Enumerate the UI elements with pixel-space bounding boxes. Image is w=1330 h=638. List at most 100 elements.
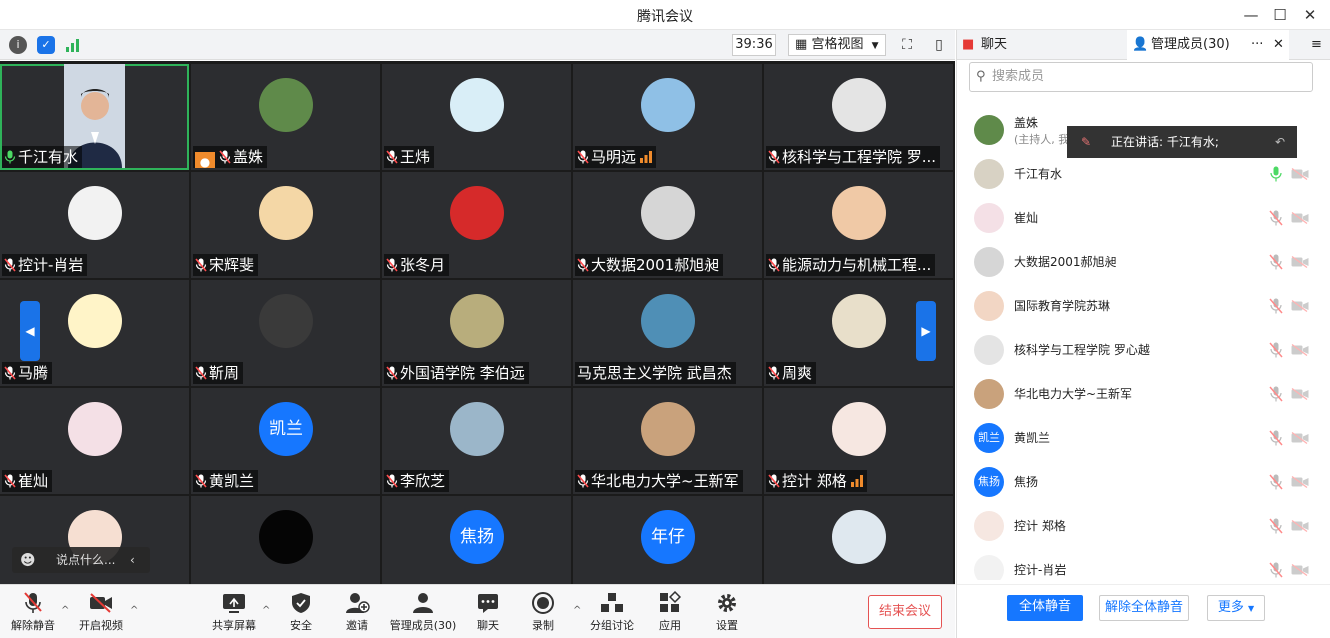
member-mic-muted-icon[interactable] [1269, 254, 1283, 270]
chat-quick-input[interactable]: ☻ 说点什么... ‹ [12, 547, 150, 573]
participant-tile[interactable]: 马克思主义学院 武昌杰 [573, 280, 762, 386]
member-camera-off-icon[interactable] [1291, 255, 1309, 269]
breakout-rooms-button[interactable]: 分组讨论 [589, 591, 635, 633]
more-options-icon[interactable]: ··· [1251, 30, 1263, 60]
share-screen-button[interactable]: 共享屏幕 [210, 591, 258, 633]
apps-icon [660, 591, 682, 612]
participant-tile[interactable]: ● 盖姝 [191, 64, 380, 170]
participant-tile[interactable]: 华北电力大学~王新军 [573, 388, 762, 494]
member-row[interactable]: 控计-肖岩 [957, 548, 1330, 580]
participant-tile[interactable]: 能源动力与机械工程... [764, 172, 953, 278]
member-camera-off-icon[interactable] [1291, 475, 1309, 489]
member-row[interactable]: 华北电力大学~王新军 [957, 372, 1330, 416]
member-mic-muted-icon[interactable] [1269, 386, 1283, 402]
next-page-button[interactable]: ▶ [916, 301, 936, 361]
participant-tile[interactable]: 张冬月 [382, 172, 571, 278]
participant-tile[interactable]: 马明远 [573, 64, 762, 170]
record-button[interactable]: 录制 [529, 591, 557, 633]
collapse-chevron-icon[interactable]: ‹ [130, 547, 135, 573]
collapse-arrow-icon[interactable]: ↶ [1275, 126, 1285, 158]
member-camera-off-icon[interactable] [1291, 387, 1309, 401]
manage-members-button[interactable]: 管理成员(30) [388, 591, 458, 633]
mic-muted-icon [768, 364, 780, 380]
participant-tile[interactable]: 核科学与工程学院 罗... [764, 64, 953, 170]
member-camera-off-icon[interactable] [1291, 519, 1309, 533]
participant-tile[interactable]: 靳周 [191, 280, 380, 386]
participant-tile[interactable]: 千江有水 [0, 64, 189, 170]
record-options-chevron-icon[interactable]: ^ [573, 605, 581, 616]
tab-members[interactable]: 👤 管理成员(30) ··· ✕ [1127, 30, 1289, 60]
chat-button[interactable]: 聊天 [474, 591, 502, 633]
more-button[interactable]: 更多 ▼ [1207, 595, 1265, 621]
sidebar-toggle-icon[interactable]: ▯ [930, 36, 948, 54]
member-row[interactable]: 凯兰 黄凯兰 [957, 416, 1330, 460]
member-mic-muted-icon[interactable] [1269, 474, 1283, 490]
close-panel-icon[interactable]: ✕ [1273, 30, 1284, 60]
shield-icon[interactable]: ✓ [37, 36, 55, 54]
participant-tile[interactable]: 王炜 [382, 64, 571, 170]
close-icon[interactable]: ✕ [1297, 4, 1323, 26]
participant-tile[interactable] [764, 496, 953, 584]
member-search-input[interactable]: ⚲ 搜索成员 [969, 62, 1313, 92]
member-row[interactable]: 国际教育学院苏琳 [957, 284, 1330, 328]
view-mode-dropdown[interactable]: ▦ 宫格视图 ▼ [788, 34, 886, 56]
participant-name: 外国语学院 李伯远 [400, 364, 525, 382]
member-camera-off-icon[interactable] [1291, 343, 1309, 357]
mute-all-button[interactable]: 全体静音 [1007, 595, 1083, 621]
audio-options-chevron-icon[interactable]: ^ [61, 605, 69, 616]
member-mic-muted-icon[interactable] [1269, 298, 1283, 314]
participant-tile[interactable]: 凯兰 黄凯兰 [191, 388, 380, 494]
member-camera-off-icon[interactable] [1291, 431, 1309, 445]
participant-name-label: 控计 郑格 [766, 470, 867, 492]
breakout-icon [601, 593, 623, 612]
member-row[interactable]: 焦扬 焦扬 [957, 460, 1330, 504]
settings-button[interactable]: 设置 [713, 591, 741, 633]
fullscreen-icon[interactable]: ⛶ [898, 36, 916, 54]
security-button[interactable]: 安全 [285, 591, 317, 633]
unmute-all-button[interactable]: 解除全体静音 [1099, 595, 1189, 621]
participant-tile[interactable]: 李欣芝 [382, 388, 571, 494]
participant-tile[interactable]: 宋辉斐 [191, 172, 380, 278]
member-row[interactable]: 千江有水 [957, 152, 1330, 196]
host-badge-icon: ● [195, 152, 215, 168]
info-icon[interactable]: i [9, 36, 27, 54]
unmute-button[interactable]: 解除静音 [10, 591, 56, 633]
invite-button[interactable]: 邀请 [340, 591, 374, 633]
member-mic-muted-icon[interactable] [1269, 342, 1283, 358]
panel-menu-icon[interactable]: ≡ [1303, 30, 1330, 60]
member-mic-muted-icon[interactable] [1269, 430, 1283, 446]
member-camera-off-icon[interactable] [1291, 299, 1309, 313]
participant-tile[interactable]: 焦扬 [382, 496, 571, 584]
video-options-chevron-icon[interactable]: ^ [130, 605, 138, 616]
member-mic-on-icon[interactable] [1269, 166, 1283, 182]
tab-chat[interactable]: ■ 聊天 [957, 30, 1127, 60]
participant-tile[interactable]: 外国语学院 李伯远 [382, 280, 571, 386]
participant-name-label: 控计-肖岩 [2, 254, 88, 276]
member-row[interactable]: 崔灿 [957, 196, 1330, 240]
participant-tile[interactable]: 控计-肖岩 [0, 172, 189, 278]
apps-button[interactable]: 应用 [656, 591, 684, 633]
participant-tile[interactable]: 年仔 [573, 496, 762, 584]
participant-tile[interactable]: 大数据2001郝旭昶 [573, 172, 762, 278]
previous-page-button[interactable]: ◀ [20, 301, 40, 361]
signal-icon[interactable] [64, 36, 82, 54]
emoji-icon[interactable]: ☻ [20, 547, 36, 573]
maximize-icon[interactable]: ☐ [1267, 4, 1293, 26]
member-mic-muted-icon[interactable] [1269, 518, 1283, 534]
start-video-button[interactable]: 开启视频 [77, 591, 125, 633]
minimize-icon[interactable]: — [1238, 4, 1264, 26]
member-camera-off-icon[interactable] [1291, 211, 1309, 225]
member-row[interactable]: 核科学与工程学院 罗心越 [957, 328, 1330, 372]
member-name: 焦扬 [1014, 475, 1039, 489]
participant-tile[interactable] [191, 496, 380, 584]
share-options-chevron-icon[interactable]: ^ [262, 605, 270, 616]
member-mic-muted-icon[interactable] [1269, 562, 1283, 578]
member-camera-off-icon[interactable] [1291, 167, 1309, 181]
participant-tile[interactable]: 控计 郑格 [764, 388, 953, 494]
participant-tile[interactable]: 崔灿 [0, 388, 189, 494]
member-camera-off-icon[interactable] [1291, 563, 1309, 577]
member-mic-muted-icon[interactable] [1269, 210, 1283, 226]
end-meeting-button[interactable]: 结束会议 [868, 595, 942, 629]
member-row[interactable]: 控计 郑格 [957, 504, 1330, 548]
member-row[interactable]: 大数据2001郝旭昶 [957, 240, 1330, 284]
